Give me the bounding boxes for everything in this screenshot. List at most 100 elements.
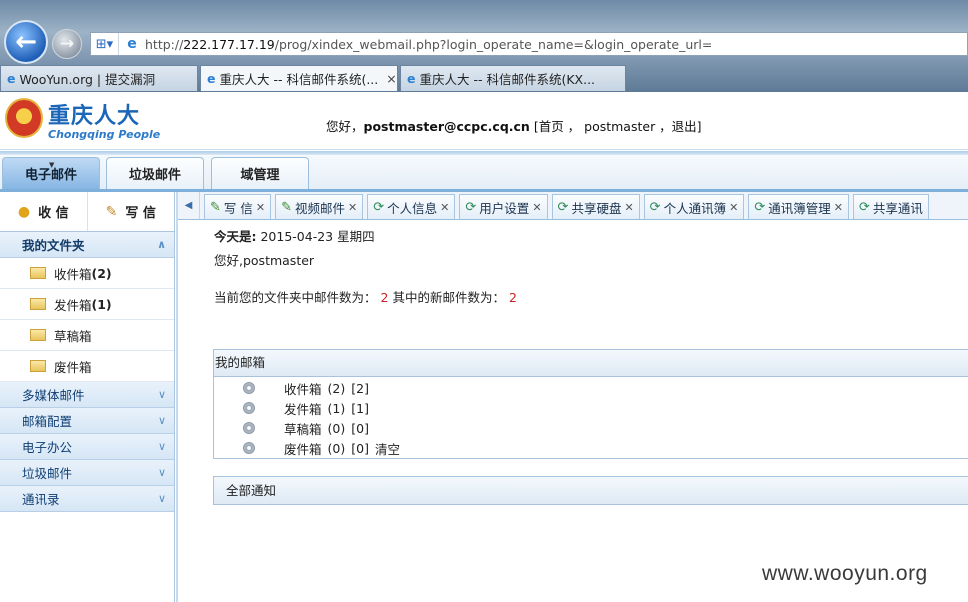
folder-name: 草稿箱: [54, 328, 92, 344]
all-notices-panel[interactable]: 全部通知: [213, 476, 968, 505]
browser-tab-webmail[interactable]: e 重庆人大 -- 科信邮件系统(KX...: [400, 65, 626, 91]
mailbox-name[interactable]: 收件箱: [284, 379, 322, 398]
tab-spam[interactable]: 垃圾邮件: [106, 157, 204, 189]
receive-label: 收 信: [38, 206, 69, 221]
tab-email[interactable]: ▼ 电子邮件: [2, 157, 100, 189]
folder-icon: [30, 329, 46, 341]
tab-domain-admin[interactable]: 域管理: [211, 157, 309, 189]
chevron-down-icon[interactable]: ∨: [158, 388, 166, 401]
my-mailbox-panel: 我的邮箱 收件箱 (2) [2] 发件箱 (1) [1] 草稿箱 (0) [0]…: [213, 349, 968, 459]
refresh-icon: ⟳: [557, 199, 569, 215]
tab-label: 通讯簿管理: [768, 200, 831, 216]
tab-label: 个人信息: [387, 200, 438, 216]
chevron-down-icon[interactable]: ∨: [158, 414, 166, 427]
mailbox-total: (2): [327, 380, 346, 396]
section-label: 电子办公: [22, 440, 73, 455]
chevron-up-icon[interactable]: ∧: [157, 238, 166, 251]
forward-arrow-icon[interactable]: →: [52, 29, 82, 59]
mailbox-row-drafts[interactable]: 草稿箱 (0) [0]: [214, 418, 968, 438]
tab-user-settings[interactable]: ⟳ 用户设置 ✕: [459, 194, 548, 219]
compat-view-icon[interactable]: ⊞▾: [91, 33, 119, 55]
compose-pen-icon: ✎: [105, 203, 118, 220]
today-label: 今天是:: [214, 229, 257, 244]
close-icon[interactable]: ✕: [834, 201, 843, 214]
mailbox-row-trash[interactable]: 废件箱 (0) [0] 清空: [214, 438, 968, 458]
mailbox-total: (0): [327, 440, 346, 456]
mailbox-new: [0]: [351, 420, 369, 436]
my-mailbox-title: 我的邮箱: [214, 350, 968, 377]
browser-tab-wooyun[interactable]: e WooYun.org | 提交漏洞: [0, 65, 198, 91]
logo-title: 重庆人大: [48, 104, 141, 129]
sidebar-section-mail-config[interactable]: 邮箱配置 ∨: [0, 408, 174, 434]
mailbox-name[interactable]: 草稿箱: [284, 419, 322, 438]
pen-icon: ✎: [210, 199, 221, 215]
empty-trash-link[interactable]: 清空: [375, 439, 400, 458]
count-value: 2: [380, 290, 389, 305]
refresh-icon: ⟳: [649, 199, 661, 215]
caret-down-icon: ▼: [49, 161, 55, 169]
tab-label: 写 信: [223, 200, 253, 216]
address-bar[interactable]: ⊞▾ e http://222.177.17.19/prog/xindex_we…: [90, 32, 968, 56]
folder-name: 发件箱: [54, 297, 92, 313]
mailbox-new: [1]: [351, 400, 369, 416]
scroll-left-icon[interactable]: ◀: [178, 192, 200, 219]
close-icon[interactable]: ✕: [348, 201, 357, 214]
sidebar: ● 收 信 ✎ 写 信 我的文件夹 ∧ 收件箱 (2) 发件箱 (1) 草稿箱 废件…: [0, 192, 175, 602]
tab-video-mail[interactable]: ✎ 视频邮件 ✕: [275, 194, 364, 219]
url-text[interactable]: http://222.177.17.19/prog/xindex_webmail…: [145, 37, 712, 52]
sidebar-actions: ● 收 信 ✎ 写 信: [0, 192, 174, 232]
sidebar-folder-inbox[interactable]: 收件箱 (2): [0, 258, 174, 289]
tab-shared-contacts[interactable]: ⟳ 共享通讯: [852, 194, 929, 219]
tab-label: 共享硬盘: [571, 200, 622, 216]
chevron-down-icon[interactable]: ∨: [158, 492, 166, 505]
close-icon[interactable]: ✕: [532, 201, 541, 214]
browser-tabbar: e WooYun.org | 提交漏洞 e 重庆人大 -- 科信邮件系统(...…: [0, 64, 968, 92]
compose-button[interactable]: ✎ 写 信: [88, 192, 175, 231]
tab-contacts-admin[interactable]: ⟳ 通讯簿管理 ✕: [748, 194, 849, 219]
user-email: postmaster@ccpc.cq.cn: [363, 119, 530, 134]
close-icon[interactable]: ✕: [729, 201, 738, 214]
back-arrow-icon[interactable]: ←: [4, 20, 48, 64]
mailbox-name[interactable]: 废件箱: [284, 439, 322, 458]
close-tab-icon[interactable]: ×: [386, 71, 396, 86]
mailbox-icon: [243, 382, 255, 394]
watermark: www.wooyun.org: [762, 562, 928, 585]
sidebar-section-multimedia[interactable]: 多媒体邮件 ∨: [0, 382, 174, 408]
tab-shared-disk[interactable]: ⟳ 共享硬盘 ✕: [551, 194, 640, 219]
sidebar-folder-trash[interactable]: 废件箱: [0, 351, 174, 382]
close-icon[interactable]: ✕: [256, 201, 265, 214]
header-links[interactable]: [首页 ， postmaster ，退出]: [534, 119, 702, 134]
sidebar-folder-outbox[interactable]: 发件箱 (1): [0, 289, 174, 320]
ie-tab-icon: e: [207, 71, 216, 86]
welcome-prefix: 您好，: [326, 119, 364, 134]
mailbox-name[interactable]: 发件箱: [284, 399, 322, 418]
receive-button[interactable]: ● 收 信: [0, 192, 88, 231]
mailbox-total: (1): [327, 400, 346, 416]
mailbox-row-outbox[interactable]: 发件箱 (1) [1]: [214, 398, 968, 418]
folder-name: 废件箱: [54, 359, 92, 375]
refresh-icon: ⟳: [465, 199, 477, 215]
logo-subtitle: Chongqing People: [48, 128, 161, 141]
browser-tab-webmail-active[interactable]: e 重庆人大 -- 科信邮件系统(... ×: [200, 65, 398, 91]
browser-chrome: ← → ⊞▾ e http://222.177.17.19/prog/xinde…: [0, 0, 968, 92]
sidebar-folder-drafts[interactable]: 草稿箱: [0, 320, 174, 351]
sidebar-section-office[interactable]: 电子办公 ∨: [0, 434, 174, 460]
close-icon[interactable]: ✕: [440, 201, 449, 214]
chevron-down-icon[interactable]: ∨: [158, 466, 166, 479]
tab-compose[interactable]: ✎ 写 信 ✕: [204, 194, 272, 219]
tab-personal-info[interactable]: ⟳ 个人信息 ✕: [367, 194, 456, 219]
sidebar-section-contacts[interactable]: 通讯录 ∨: [0, 486, 174, 512]
section-label: 我的文件夹: [22, 238, 85, 253]
tab-label: 共享通讯: [872, 200, 923, 216]
ie-tab-icon: e: [7, 71, 16, 86]
today-line: 今天是: 2015-04-23 星期四: [214, 226, 375, 245]
greeting: 您好,postmaster: [214, 253, 315, 268]
mailbox-row-inbox[interactable]: 收件箱 (2) [2]: [214, 378, 968, 398]
tab-personal-contacts[interactable]: ⟳ 个人通讯簿 ✕: [643, 194, 745, 219]
chevron-down-icon[interactable]: ∨: [158, 440, 166, 453]
tab-label: WooYun.org | 提交漏洞: [19, 72, 156, 87]
close-icon[interactable]: ✕: [624, 201, 633, 214]
sidebar-section-my-folders[interactable]: 我的文件夹 ∧: [0, 232, 174, 258]
ie-tab-icon: e: [407, 71, 416, 86]
sidebar-section-spam[interactable]: 垃圾邮件 ∨: [0, 460, 174, 486]
